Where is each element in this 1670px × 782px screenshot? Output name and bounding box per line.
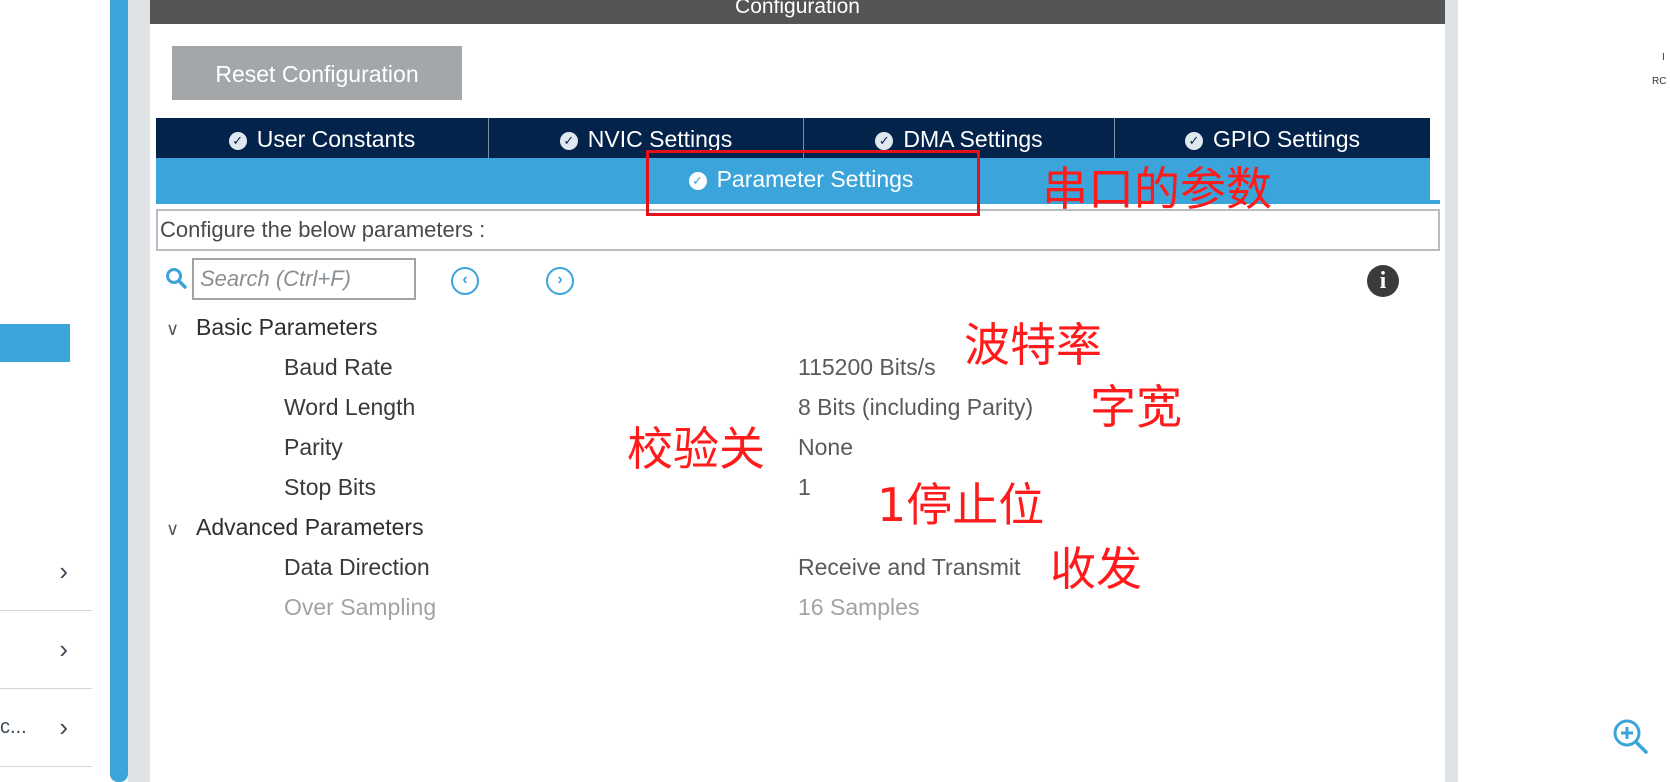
annotation-rx-tx: 收发 [1050,542,1142,596]
param-name-stop-bits[interactable]: Stop Bits [284,474,376,501]
configuration-title: Configuration [150,0,1445,24]
param-name-parity[interactable]: Parity [284,434,343,461]
annotation-serial-params: 串口的参数 [1042,162,1272,216]
chevron-right-icon: › [59,634,68,664]
tab-label: GPIO Settings [1212,126,1360,152]
param-value-stop-bits[interactable]: 1 [798,474,811,501]
annotation-stop-bit: 1停止位 [877,478,1045,532]
param-value-parity[interactable]: None [798,434,853,461]
param-name-over-sampling: Over Sampling [284,594,437,620]
param-name-baud-rate[interactable]: Baud Rate [284,354,393,381]
param-name-data-direction[interactable]: Data Direction [284,554,430,581]
param-name-word-length[interactable]: Word Length [284,394,415,421]
search-input[interactable] [192,258,416,300]
reset-configuration-button[interactable]: Reset Configuration [172,46,462,100]
tab-gpio-settings[interactable]: ✓ GPIO Settings [1115,118,1430,158]
left-list-item-label: c... [0,716,27,738]
left-selected-item[interactable] [0,324,70,362]
chevron-left-circle-icon[interactable]: ‹ [451,267,479,295]
panel-divider [128,0,150,782]
param-value-baud-rate[interactable]: 115200 Bits/s [798,354,936,381]
chevron-down-icon: ∨ [166,519,180,539]
left-list-item[interactable]: c... › [0,688,92,767]
check-circle-icon: ✓ [228,132,247,150]
group-title: Basic Parameters [196,314,378,340]
annotation-word-width: 字宽 [1090,380,1182,434]
tab-label: DMA Settings [903,126,1043,152]
tab-user-constants[interactable]: ✓ User Constants [156,118,489,158]
chevron-right-circle-icon[interactable]: › [546,267,574,295]
tab-label: User Constants [256,126,416,152]
panel-divider-right [1445,0,1458,782]
check-circle-icon: ✓ [875,132,894,150]
param-value-data-direction[interactable]: Receive and Transmit [798,554,1020,581]
right-panel-text: I [1662,52,1665,63]
annotation-parity-off: 校验关 [627,422,765,476]
chevron-right-icon: › [59,712,68,742]
group-header-basic[interactable]: ∨ Basic Parameters [166,314,378,341]
group-header-advanced[interactable]: ∨ Advanced Parameters [166,514,424,541]
right-panel-text: RC [1652,76,1667,87]
chevron-right-icon: › [59,556,68,586]
param-value-word-length[interactable]: 8 Bits (including Parity) [798,394,1033,421]
annotation-highlight-box [646,150,980,216]
param-value-over-sampling: 16 Samples [798,594,920,620]
left-list-item[interactable]: › [0,532,92,611]
annotation-baud-rate: 波特率 [964,318,1102,372]
search-icon[interactable] [165,267,187,289]
scrollbar[interactable] [110,0,128,782]
check-circle-icon: ✓ [559,132,578,150]
check-circle-icon: ✓ [1184,132,1203,150]
info-icon[interactable]: i [1367,265,1399,297]
zoom-in-icon[interactable] [1610,716,1650,756]
group-title: Advanced Parameters [196,514,424,540]
left-list-item[interactable]: › [0,610,92,689]
chevron-down-icon: ∨ [166,319,180,339]
tab-label: NVIC Settings [587,126,733,152]
